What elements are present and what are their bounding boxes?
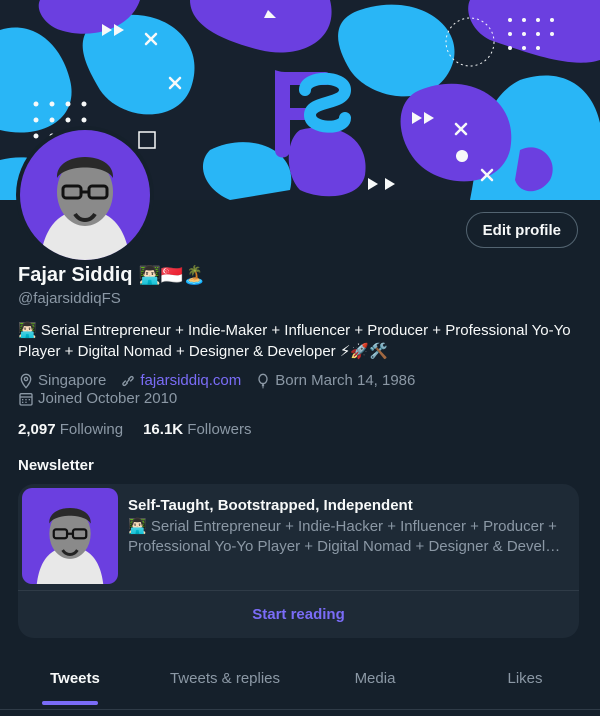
bio: 👨🏻‍💻 Serial Entrepreneur + Indie-Maker +… (18, 320, 584, 362)
joined-text: Joined October 2010 (38, 390, 178, 407)
link-icon (122, 375, 135, 386)
followers-label: Followers (187, 421, 252, 438)
active-tab-indicator (42, 701, 98, 705)
location-icon (20, 373, 32, 389)
display-name: Fajar Siddiq (18, 264, 133, 286)
tabs-divider (0, 709, 600, 710)
tab-tweets-replies[interactable]: Tweets & replies (150, 652, 300, 716)
newsletter-heading: Newsletter (18, 457, 94, 474)
profile-tabs: Tweets Tweets & replies Media Likes (0, 652, 600, 716)
avatar-image (20, 130, 150, 260)
avatar[interactable] (16, 126, 154, 264)
following-label: Following (59, 421, 124, 438)
newsletter-thumbnail (22, 488, 118, 584)
joined-item: Joined October 2010 (18, 390, 177, 407)
edit-profile-button[interactable]: Edit profile (465, 212, 578, 248)
profile-meta-joined: Joined October 2010 (18, 390, 187, 407)
profile-meta: Singapore fajarsiddiq.com Born March 14,… (18, 372, 425, 389)
newsletter-title: Self-Taught, Bootstrapped, Independent (128, 497, 413, 514)
following-link[interactable]: 2,097 Following (18, 421, 123, 438)
bio-line: Player + Digital Nomad + Designer & Deve… (18, 343, 388, 360)
following-count: 2,097 (18, 421, 56, 438)
newsletter-description: 👨🏻‍💻 Serial Entrepreneur + Indie-Hacker … (128, 517, 568, 557)
tab-tweets[interactable]: Tweets (0, 652, 150, 716)
name-emoji: 👨🏻‍💻🇸🇬🏝️ (138, 265, 206, 286)
location-item: Singapore (18, 372, 106, 389)
bio-line: 👨🏻‍💻 Serial Entrepreneur + Indie-Maker +… (18, 322, 571, 339)
followers-link[interactable]: 16.1K Followers (143, 421, 251, 438)
balloon-icon (258, 373, 268, 388)
start-reading-button[interactable]: Start reading (18, 590, 579, 638)
location-text: Singapore (38, 372, 107, 389)
birthday-item: Born March 14, 1986 (255, 372, 415, 389)
tab-likes[interactable]: Likes (450, 652, 600, 716)
newsletter-card[interactable]: Self-Taught, Bootstrapped, Independent 👨… (18, 484, 579, 638)
calendar-icon (19, 392, 33, 406)
followers-count: 16.1K (143, 421, 184, 438)
name-row: Fajar Siddiq 👨🏻‍💻🇸🇬🏝️ (18, 264, 206, 287)
newsletter-desc-line: 👨🏻‍💻 Serial Entrepreneur + Indie-Hacker … (128, 518, 557, 535)
newsletter-desc-line: Professional Yo-Yo Player + Digital Noma… (128, 538, 568, 555)
website-link[interactable]: fajarsiddiq.com (140, 372, 241, 389)
birthday-text: Born March 14, 1986 (275, 372, 416, 389)
tab-media[interactable]: Media (300, 652, 450, 716)
website-item[interactable]: fajarsiddiq.com (120, 372, 241, 389)
follow-stats: 2,097 Following 16.1K Followers (18, 421, 251, 438)
handle: @fajarsiddiqFS (18, 290, 121, 307)
